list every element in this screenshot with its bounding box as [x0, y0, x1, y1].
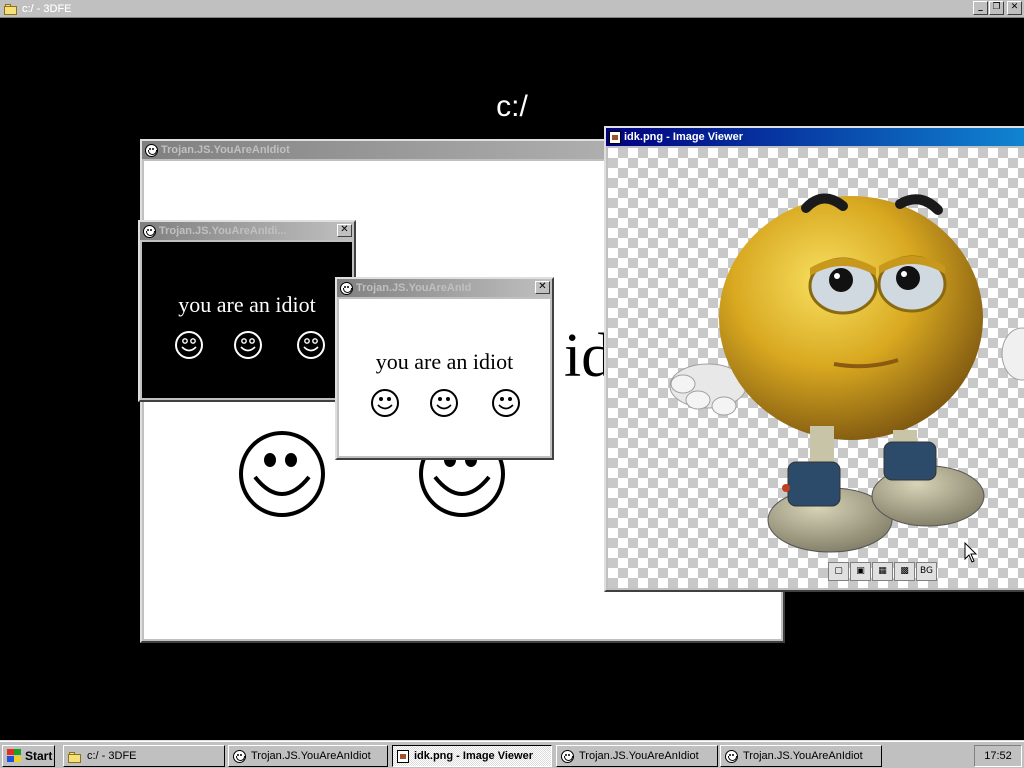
checker-light-button[interactable]: ▩: [894, 562, 915, 581]
folder-icon: [4, 3, 18, 15]
idiot-window-black-titlebar[interactable]: Trojan.JS.YouAreAnIdi... ✕: [140, 222, 354, 240]
taskbar-item-idiot-1[interactable]: Trojan.JS.YouAreAnIdiot: [228, 745, 388, 767]
viewer-toolbar: ▢ ▣ ▦ ▩ BG: [828, 562, 937, 581]
folder-icon: [68, 751, 82, 763]
restore-button[interactable]: ❐: [989, 1, 1004, 15]
background-button[interactable]: BG: [916, 562, 937, 581]
explorer-title: c:/ - 3DFE: [22, 2, 72, 15]
mouse-cursor-icon: [964, 542, 978, 563]
minimize-button[interactable]: _: [973, 1, 988, 15]
fit-window-button[interactable]: ▢: [828, 562, 849, 581]
taskbar-item-image-viewer[interactable]: idk.png - Image Viewer: [392, 745, 552, 767]
taskbar-item-explorer[interactable]: c:/ - 3DFE: [63, 745, 225, 767]
start-button[interactable]: Start: [2, 745, 55, 767]
taskbar-item-label: idk.png - Image Viewer: [414, 750, 533, 762]
smiley-icon: [340, 281, 353, 295]
taskbar-item-idiot-3[interactable]: Trojan.JS.YouAreAnIdiot: [720, 745, 882, 767]
idiot-message: you are an idiot: [375, 349, 514, 374]
image-viewer-titlebar[interactable]: idk.png - Image Viewer: [606, 128, 1024, 146]
checker-dark-button[interactable]: ▦: [872, 562, 893, 581]
window-title: Trojan.JS.YouAreAnIdiot: [161, 144, 290, 156]
smiley-face-icon: [430, 389, 458, 417]
smiley-icon: [233, 749, 246, 763]
smiley-face-icon: [492, 389, 520, 417]
smiley-face-icon: [371, 389, 399, 417]
image-viewer-window[interactable]: idk.png - Image Viewer ▢ ▣ ▦ ▩ BG: [604, 126, 1024, 592]
smiley-face-icon: [234, 331, 262, 359]
idiot-window-white-content: you are an idiot: [339, 299, 550, 456]
windows-logo-icon: [6, 749, 22, 763]
image-viewer-icon: [609, 130, 621, 144]
window-title: Trojan.JS.YouAreAnId: [356, 282, 472, 294]
smiley-icon: [145, 143, 158, 157]
image-canvas[interactable]: ▢ ▣ ▦ ▩ BG: [608, 148, 1024, 588]
system-clock: 17:52: [974, 745, 1022, 767]
taskbar: Start c:/ - 3DFE Trojan.JS.YouAreAnIdiot…: [0, 740, 1024, 768]
taskbar-item-label: c:/ - 3DFE: [87, 750, 137, 762]
taskbar-item-label: Trojan.JS.YouAreAnIdiot: [579, 750, 699, 762]
smiley-icon: [143, 224, 156, 238]
idiot-window-white-titlebar[interactable]: Trojan.JS.YouAreAnId ✕: [337, 279, 552, 297]
idiot-window-black-content: you are an idiot: [142, 242, 352, 398]
close-button[interactable]: ✕: [535, 281, 550, 294]
smiley-icon: [561, 749, 574, 763]
close-button[interactable]: ✕: [1007, 1, 1022, 15]
image-viewer-icon: [397, 749, 409, 763]
taskbar-item-label: Trojan.JS.YouAreAnIdiot: [743, 750, 863, 762]
current-path-label: c:/: [496, 90, 528, 123]
window-title: idk.png - Image Viewer: [624, 131, 743, 143]
idiot-message: you are an idiot: [178, 292, 316, 317]
idiot-window-white[interactable]: Trojan.JS.YouAreAnId ✕ you are an idiot: [335, 277, 554, 460]
start-label: Start: [25, 749, 53, 763]
actual-size-button[interactable]: ▣: [850, 562, 871, 581]
smiley-face-icon: [297, 331, 325, 359]
smiley-icon: [725, 749, 738, 763]
explorer-titlebar[interactable]: c:/ - 3DFE _ ❐ ✕: [0, 0, 1024, 18]
taskbar-item-idiot-2[interactable]: Trojan.JS.YouAreAnIdiot: [556, 745, 718, 767]
window-title: Trojan.JS.YouAreAnIdi...: [159, 225, 287, 237]
emoji-character-image: [669, 193, 1024, 553]
smiley-face-icon: [239, 431, 325, 517]
taskbar-item-label: Trojan.JS.YouAreAnIdiot: [251, 750, 371, 762]
idiot-window-black[interactable]: Trojan.JS.YouAreAnIdi... ✕ you are an id…: [138, 220, 356, 402]
smiley-face-icon: [175, 331, 203, 359]
close-button[interactable]: ✕: [337, 224, 352, 237]
